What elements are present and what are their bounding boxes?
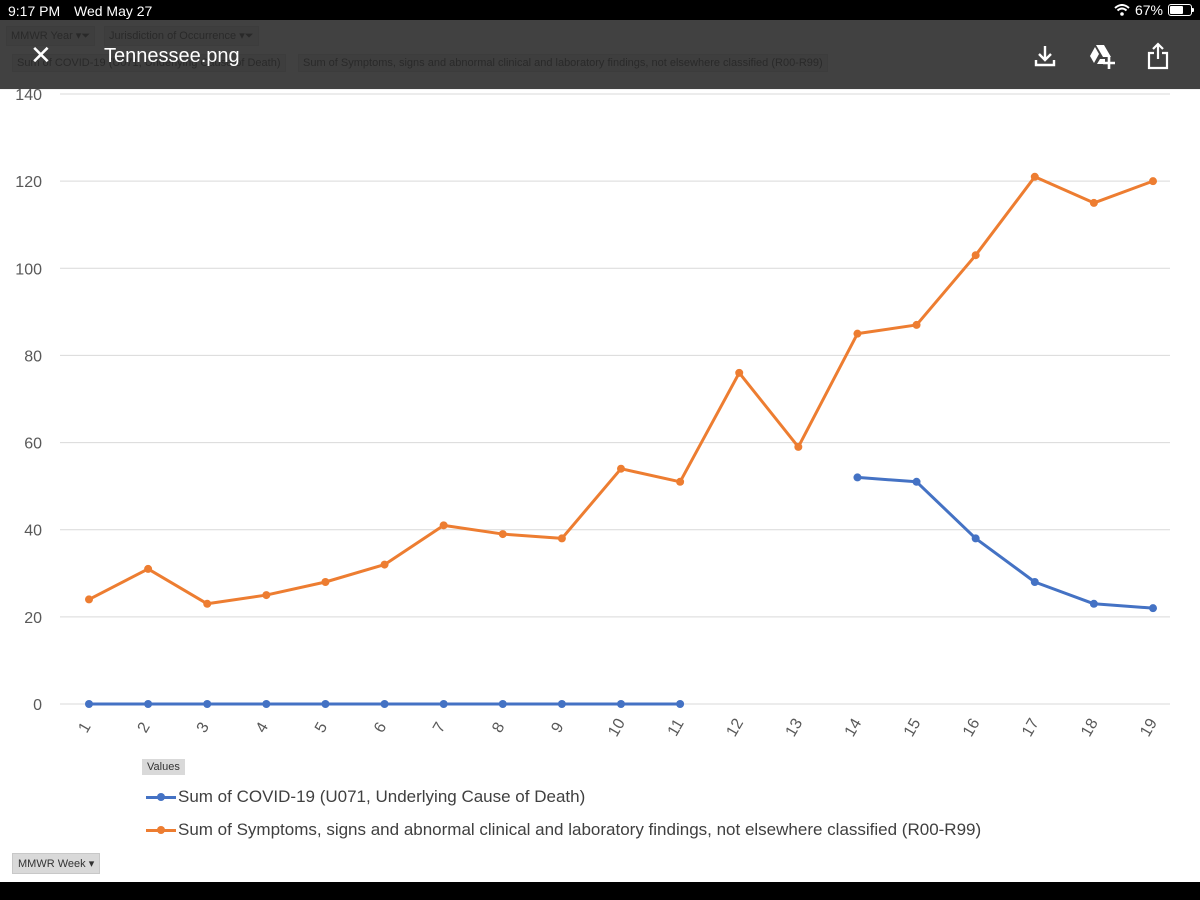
image-viewer-toolbar: ✕ Tennessee.png <box>0 20 1200 89</box>
data-point <box>912 477 921 486</box>
y-tick-label: 80 <box>24 348 42 365</box>
data-point <box>1089 599 1098 608</box>
data-point <box>1089 198 1098 207</box>
data-point <box>1149 604 1157 613</box>
series-0 <box>85 473 1157 708</box>
legend-label-covid: Sum of COVID-19 (U071, Underlying Cause … <box>178 787 586 806</box>
data-point <box>439 521 448 530</box>
share-icon[interactable] <box>1144 42 1172 70</box>
y-tick-label: 140 <box>15 87 42 104</box>
data-point <box>498 700 507 708</box>
data-point <box>676 477 685 486</box>
data-point <box>262 700 271 708</box>
drive-add-icon[interactable] <box>1087 42 1115 70</box>
data-point <box>676 700 685 708</box>
data-point <box>794 442 803 451</box>
x-tick-label: 16 <box>960 716 984 740</box>
legend-swatch-covid <box>146 790 176 804</box>
x-axis-ticks: 1 2 3 4 5 6 7 8 9 10 11 12 13 14 15 16 17 18 19 <box>76 716 1161 740</box>
x-tick-label: 19 <box>1137 716 1161 740</box>
data-point <box>971 251 980 260</box>
data-point <box>262 591 271 600</box>
data-point <box>380 700 389 708</box>
series <box>85 172 1157 708</box>
data-point <box>380 560 389 569</box>
y-axis-ticks: 0 20 40 60 80 100 120 140 <box>15 87 42 714</box>
x-tick-label: 10 <box>605 716 629 740</box>
data-point <box>853 473 862 482</box>
legend-item-covid: Sum of COVID-19 (U071, Underlying Cause … <box>146 787 585 807</box>
x-tick-label: 15 <box>901 716 925 740</box>
y-tick-label: 60 <box>24 436 42 453</box>
y-tick-label: 0 <box>33 697 42 714</box>
data-point <box>853 329 862 338</box>
x-tick-label: 5 <box>312 720 331 736</box>
data-point <box>144 700 153 708</box>
x-tick-label: 9 <box>548 720 567 736</box>
data-point <box>557 700 566 708</box>
legend-swatch-symptoms <box>146 823 176 837</box>
series-line <box>857 475 1154 610</box>
close-icon[interactable]: ✕ <box>30 42 52 68</box>
file-title: Tennessee.png <box>104 45 240 67</box>
x-tick-label: 13 <box>783 716 807 740</box>
legend-item-symptoms: Sum of Symptoms, signs and abnormal clin… <box>146 820 981 840</box>
y-tick-label: 120 <box>15 174 42 191</box>
series-1 <box>85 172 1157 608</box>
data-point <box>321 700 330 708</box>
x-tick-label: 1 <box>76 720 95 736</box>
data-point <box>203 700 212 708</box>
series-line <box>88 175 1154 606</box>
x-tick-label: 7 <box>430 720 449 736</box>
y-tick-label: 20 <box>24 610 42 627</box>
y-tick-label: 100 <box>15 261 42 278</box>
data-point <box>85 595 93 604</box>
x-tick-label: 11 <box>665 716 688 739</box>
x-tick-label: 4 <box>253 720 272 736</box>
data-point <box>912 320 921 329</box>
data-point <box>735 368 744 377</box>
legend-values-button[interactable]: Values <box>142 759 185 775</box>
data-point <box>1149 177 1157 186</box>
data-point <box>85 700 93 708</box>
data-point <box>203 599 212 608</box>
data-point <box>439 700 448 708</box>
x-tick-label: 18 <box>1078 716 1102 740</box>
y-tick-label: 40 <box>24 523 42 540</box>
x-tick-label: 6 <box>371 720 390 736</box>
x-tick-label: 12 <box>724 716 748 740</box>
download-icon[interactable] <box>1031 42 1059 70</box>
gridlines <box>60 93 1170 705</box>
x-tick-label: 17 <box>1019 716 1043 740</box>
data-point <box>557 534 566 543</box>
data-point <box>321 578 330 586</box>
axis-field-mmwr-week[interactable]: MMWR Week ▾ <box>12 853 101 874</box>
x-tick-label: 2 <box>135 720 154 736</box>
data-point <box>144 564 153 573</box>
bottom-bar <box>0 882 1200 900</box>
legend-label-symptoms: Sum of Symptoms, signs and abnormal clin… <box>178 820 982 839</box>
x-tick-label: 3 <box>194 720 213 736</box>
data-point <box>1030 172 1039 181</box>
x-tick-label: 14 <box>842 716 866 740</box>
data-point <box>971 534 980 543</box>
data-point <box>498 530 507 539</box>
data-point <box>617 464 625 473</box>
data-point <box>1030 578 1039 586</box>
data-point <box>617 700 625 708</box>
x-tick-label: 8 <box>489 720 508 736</box>
